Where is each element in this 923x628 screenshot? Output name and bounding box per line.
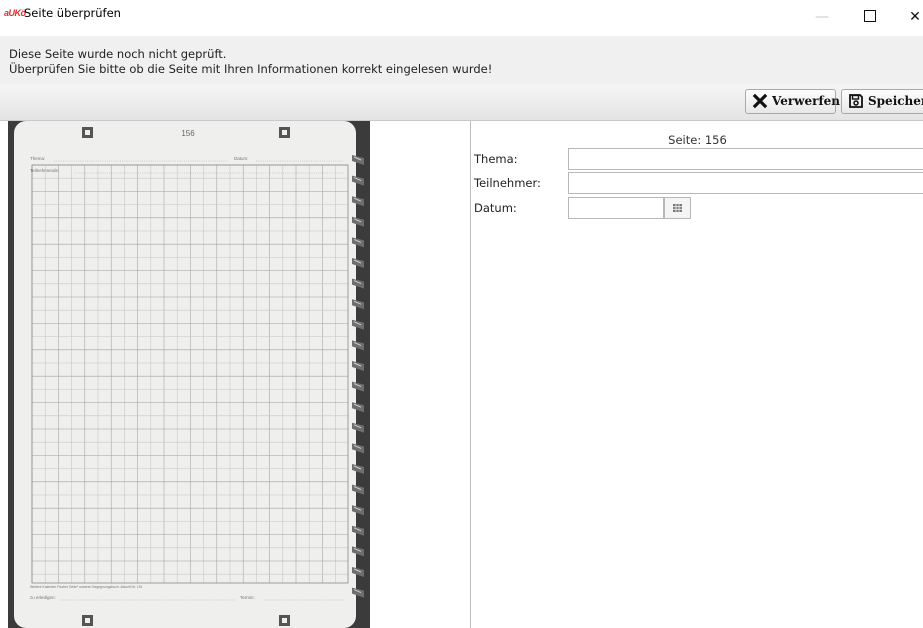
info-line-instruction: Überprüfen Sie bitte ob die Seite mit Ih… — [9, 62, 493, 76]
datum-label: Datum: — [474, 201, 517, 215]
app-logo: aUKö — [4, 8, 26, 18]
window-title: Seite überprüfen — [24, 6, 121, 20]
scanned-page-image: 156 Thema: Datum: Teilnehmende: Weitere … — [8, 121, 370, 628]
corner-marker-bottom-left — [82, 615, 93, 626]
scan-teilnehmende-label: Teilnehmende: — [30, 168, 59, 173]
scan-erledigen-label: zu erledigen: — [30, 595, 56, 600]
calendar-icon — [673, 204, 682, 212]
maximize-button[interactable] — [850, 0, 890, 36]
scan-preview-pane: 156 Thema: Datum: Teilnehmende: Weitere … — [0, 121, 471, 628]
page-number-label: Seite: 156 — [668, 133, 727, 147]
discard-button[interactable]: Verwerfen — [745, 89, 840, 114]
scan-termin-label: Termin: — [240, 595, 255, 600]
close-button[interactable]: ✕ — [895, 0, 923, 36]
toolbar: Verwerfen Speichern — [0, 84, 923, 121]
scan-footer-note: Weitere Kalender Fischer Seite* unseren … — [30, 585, 143, 589]
corner-marker-top-right — [279, 127, 290, 138]
scan-datum-label: Datum: — [234, 156, 249, 161]
info-message: Diese Seite wurde noch nicht geprüft. Üb… — [0, 36, 923, 84]
corner-marker-top-left — [82, 127, 93, 138]
discard-label: Verwerfen — [772, 94, 840, 108]
maximize-icon — [864, 10, 876, 22]
minimize-button[interactable]: — — [802, 0, 842, 36]
date-picker-button[interactable] — [664, 197, 691, 219]
scan-thema-label: Thema: — [30, 156, 45, 161]
teilnehmer-label: Teilnehmer: — [474, 176, 541, 190]
save-label: Speichern — [868, 94, 923, 108]
x-icon — [752, 93, 768, 109]
scan-page-number: 156 — [181, 129, 195, 138]
thema-label: Thema: — [474, 152, 518, 166]
thema-input[interactable] — [568, 148, 923, 170]
teilnehmer-input[interactable] — [568, 172, 923, 194]
floppy-disk-icon — [849, 94, 863, 108]
info-line-not-checked: Diese Seite wurde noch nicht geprüft. — [9, 47, 227, 61]
save-button[interactable]: Speichern — [841, 89, 923, 114]
datum-input[interactable] — [568, 197, 664, 219]
page-details-form: Seite: 156 Thema: Teilnehmer: Datum: — [472, 121, 923, 628]
title-bar: aUKö Seite überprüfen — ✕ — [0, 0, 923, 36]
corner-marker-bottom-right — [279, 615, 290, 626]
